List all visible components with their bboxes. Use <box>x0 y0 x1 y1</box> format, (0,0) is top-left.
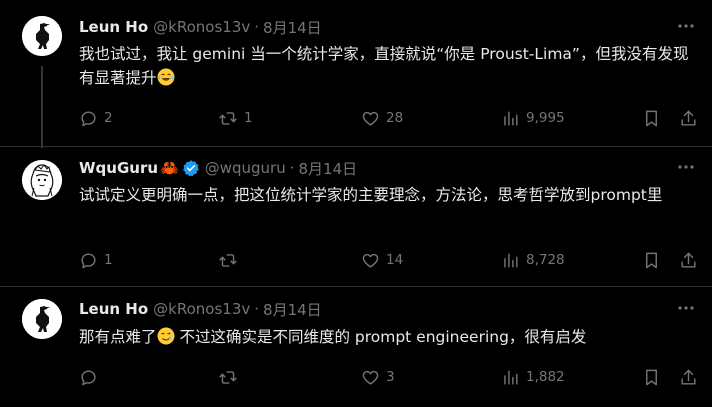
share-icon <box>679 251 698 270</box>
tweet-date[interactable]: 8月14日 <box>299 158 358 179</box>
like-count: 3 <box>386 369 395 385</box>
tweet-text-content: 那有点难了 <box>79 328 157 346</box>
tweet-actions: 1 14 8,728 <box>79 249 699 271</box>
avatar[interactable] <box>22 299 62 339</box>
bookmark-button[interactable] <box>642 366 661 388</box>
retweet-count: 1 <box>244 110 253 126</box>
heart-icon <box>361 368 380 387</box>
tweet-actions: 3 1,882 <box>79 366 699 388</box>
separator: · <box>254 300 260 318</box>
bookmark-button[interactable] <box>642 107 661 129</box>
verified-badge-icon <box>182 159 200 177</box>
like-button[interactable]: 3 <box>361 366 395 388</box>
tweet[interactable]: Leun Ho @kRonos13v · 8月14日 我也试过，我让 gemin… <box>0 0 712 148</box>
tweet-text: 我也试过，我让 gemini 当一个统计学家，直接就说“你是 Proust-Li… <box>79 42 699 93</box>
reply-count: 2 <box>104 110 113 126</box>
tweet-header: Leun Ho @kRonos13v · 8月14日 <box>79 299 322 319</box>
view-count: 1,882 <box>526 369 565 385</box>
view-count: 9,995 <box>526 110 565 126</box>
retweet-icon <box>218 251 238 270</box>
smiling-tear-emoji <box>157 327 175 352</box>
tweet[interactable]: Leun Ho @kRonos13v · 8月14日 那有点难了 不过这确实是不… <box>0 286 712 407</box>
heart-icon <box>361 109 380 128</box>
tweet-actions: 2 1 28 9,995 <box>79 107 699 129</box>
reply-button[interactable] <box>79 366 104 388</box>
bookmark-button[interactable] <box>642 249 661 271</box>
share-icon <box>679 109 698 128</box>
share-button[interactable] <box>679 249 698 271</box>
views-button[interactable]: 9,995 <box>501 107 565 129</box>
reply-button[interactable]: 1 <box>79 249 113 271</box>
retweet-button[interactable] <box>218 249 244 271</box>
tweet-date[interactable]: 8月14日 <box>263 299 322 320</box>
tweet-header: Leun Ho @kRonos13v · 8月14日 <box>79 17 322 37</box>
tweet-date[interactable]: 8月14日 <box>263 17 322 38</box>
like-button[interactable]: 14 <box>361 249 403 271</box>
view-count: 8,728 <box>526 252 565 268</box>
reply-count: 1 <box>104 252 113 268</box>
tweet-text: 那有点难了 不过这确实是不同维度的 prompt engineering，很有启… <box>79 325 699 352</box>
retweet-icon <box>218 368 238 387</box>
bookmark-icon <box>642 251 661 270</box>
tweet-text: 试试定义更明确一点，把这位统计学家的主要理念，方法论，思考哲学放到prompt里 <box>79 186 663 204</box>
display-name[interactable]: Leun Ho <box>79 300 148 318</box>
user-handle[interactable]: @wquguru <box>205 159 286 177</box>
user-handle[interactable]: @kRonos13v <box>153 18 250 36</box>
avatar[interactable] <box>22 16 62 56</box>
more-icon[interactable] <box>676 16 696 36</box>
separator: · <box>254 18 260 36</box>
more-icon[interactable] <box>676 157 696 177</box>
tweet[interactable]: WquGuru 🦀 @wquguru · 8月14日 试试定义更明确一点，把这位… <box>0 146 712 287</box>
bookmark-icon <box>642 109 661 128</box>
user-handle[interactable]: @kRonos13v <box>153 300 250 318</box>
views-icon <box>501 109 520 128</box>
like-count: 28 <box>386 110 404 126</box>
tweet-text-content: 不过这确实是不同维度的 prompt engineering，很有启发 <box>174 328 587 346</box>
share-icon <box>679 368 698 387</box>
display-name[interactable]: Leun Ho <box>79 18 148 36</box>
retweet-button[interactable]: 1 <box>218 107 253 129</box>
reply-button[interactable]: 2 <box>79 107 113 129</box>
display-name[interactable]: WquGuru <box>79 159 158 177</box>
share-button[interactable] <box>679 366 698 388</box>
heart-icon <box>361 251 380 270</box>
views-icon <box>501 251 520 270</box>
retweet-button[interactable] <box>218 366 244 388</box>
views-icon <box>501 368 520 387</box>
share-button[interactable] <box>679 107 698 129</box>
bookmark-icon <box>642 368 661 387</box>
separator: · <box>289 159 295 177</box>
thread-line <box>41 66 43 148</box>
crab-emoji: 🦀 <box>160 159 179 177</box>
avatar[interactable] <box>22 160 62 200</box>
retweet-icon <box>218 109 238 128</box>
views-button[interactable]: 1,882 <box>501 366 565 388</box>
joy-emoji <box>157 68 175 93</box>
tweet-header: WquGuru 🦀 @wquguru · 8月14日 <box>79 158 357 178</box>
reply-icon <box>79 109 98 128</box>
like-button[interactable]: 28 <box>361 107 403 129</box>
like-count: 14 <box>386 252 404 268</box>
reply-icon <box>79 251 98 270</box>
more-icon[interactable] <box>676 298 696 318</box>
reply-icon <box>79 368 98 387</box>
views-button[interactable]: 8,728 <box>501 249 565 271</box>
